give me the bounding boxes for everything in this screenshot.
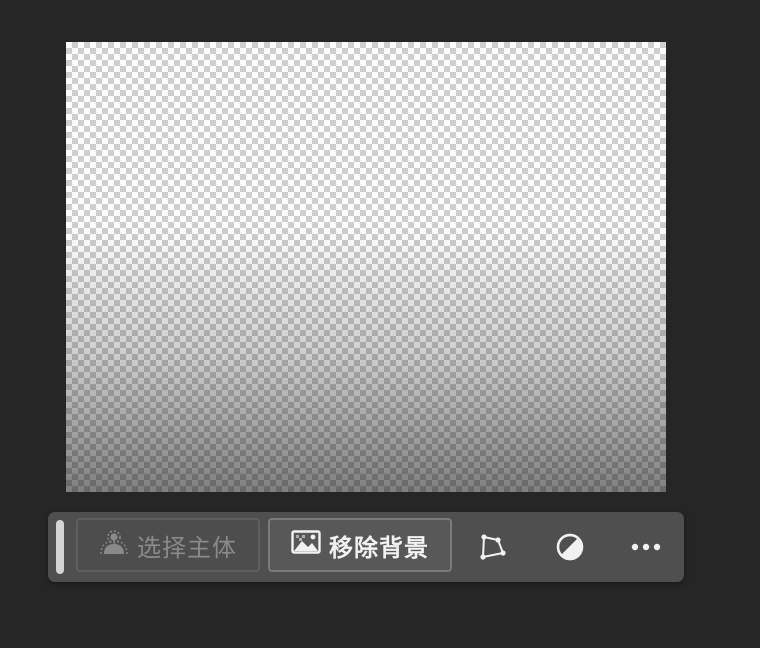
taskbar-drag-handle[interactable] <box>56 520 64 574</box>
polygon-path-icon <box>478 532 508 562</box>
half-circle-icon <box>555 532 585 562</box>
app-window: 选择主体 移除背景 <box>0 0 760 648</box>
person-selection-icon <box>99 528 129 562</box>
image-icon <box>291 530 321 560</box>
path-tool-button[interactable] <box>475 529 511 565</box>
remove-background-button[interactable]: 移除背景 <box>268 518 452 572</box>
select-subject-button[interactable]: 选择主体 <box>76 518 260 572</box>
select-subject-label: 选择主体 <box>137 533 237 562</box>
more-button[interactable] <box>628 529 664 565</box>
contextual-taskbar: 选择主体 移除背景 <box>48 512 684 582</box>
document-canvas[interactable] <box>66 42 666 492</box>
transparency-gradient <box>66 42 666 492</box>
remove-background-label: 移除背景 <box>329 533 429 562</box>
adjust-button[interactable] <box>552 529 588 565</box>
more-icon <box>631 542 661 552</box>
